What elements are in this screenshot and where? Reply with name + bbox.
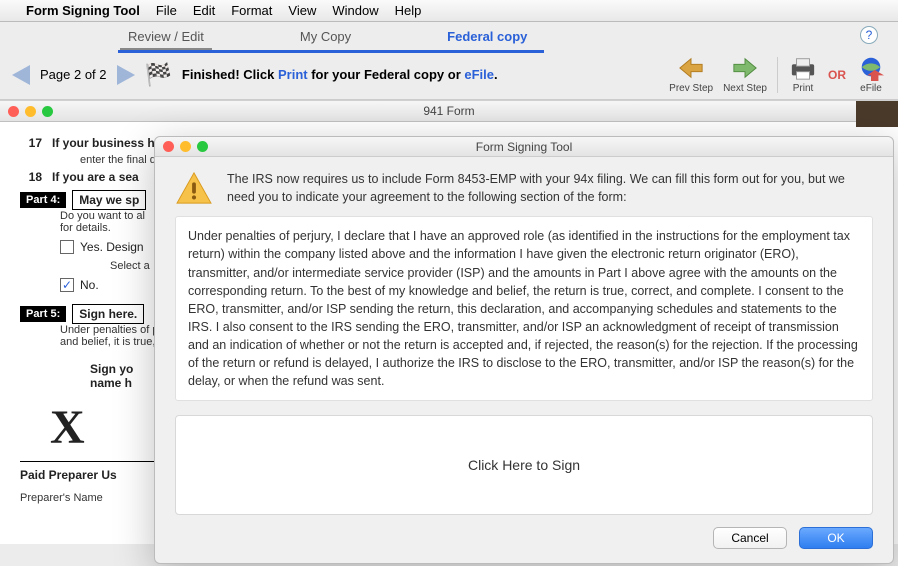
paid-preparer-heading: Paid Preparer Us	[20, 468, 117, 482]
checkbox-box-icon	[60, 240, 74, 254]
zoom-window-icon[interactable]	[42, 106, 53, 117]
next-step-icon	[730, 55, 760, 81]
printer-icon	[788, 55, 818, 81]
legal-declaration-text: Under penalties of perjury, I declare th…	[175, 216, 873, 401]
page-indicator: Page 2 of 2	[40, 67, 107, 82]
toolbar-divider	[777, 57, 778, 93]
tab-my-copy[interactable]: My Copy	[292, 25, 359, 50]
prev-step-label: Prev Step	[669, 83, 713, 94]
finished-message: Finished! Click Print for your Federal c…	[182, 67, 498, 82]
prev-step-button[interactable]: Prev Step	[669, 55, 713, 94]
window-controls	[8, 106, 53, 117]
efile-button[interactable]: eFile	[856, 55, 886, 94]
finished-prefix: Finished! Click	[182, 67, 278, 82]
finished-period: .	[494, 67, 498, 82]
warning-triangle-icon	[175, 171, 213, 205]
dialog-window-controls	[163, 141, 208, 152]
line-18-text: If you are a sea	[52, 170, 139, 184]
toolbar: Page 2 of 2 🏁 Finished! Click Print for …	[0, 50, 898, 100]
close-window-icon[interactable]	[8, 106, 19, 117]
print-link[interactable]: Print	[278, 67, 308, 82]
menu-window[interactable]: Window	[332, 3, 378, 18]
next-step-label: Next Step	[723, 83, 767, 94]
efile-label: eFile	[860, 83, 882, 94]
checkbox-no[interactable]: ✓ No.	[60, 278, 99, 292]
tab-review-edit[interactable]: Review / Edit	[120, 25, 212, 50]
app-menu[interactable]: Form Signing Tool	[26, 3, 140, 18]
form-window-title: 941 Form	[423, 104, 474, 118]
print-label: Print	[793, 83, 814, 94]
part-5-label: Part 5:	[20, 306, 66, 322]
dialog-title: Form Signing Tool	[476, 140, 573, 154]
part-5-title: Sign here.	[72, 304, 144, 324]
menu-view[interactable]: View	[288, 3, 316, 18]
cancel-button[interactable]: Cancel	[713, 527, 787, 549]
mac-menubar: Form Signing Tool File Edit Format View …	[0, 0, 898, 22]
ok-button[interactable]: OK	[799, 527, 873, 549]
menu-format[interactable]: Format	[231, 3, 272, 18]
line-17-number: 17	[20, 136, 42, 150]
dialog-body: The IRS now requires us to include Form …	[155, 157, 893, 216]
checkbox-no-label: No.	[80, 278, 99, 292]
checkbox-yes-label: Yes. Design	[80, 240, 144, 254]
minimize-window-icon[interactable]	[25, 106, 36, 117]
checkbox-box-checked-icon: ✓	[60, 278, 74, 292]
next-step-button[interactable]: Next Step	[723, 55, 767, 94]
print-button[interactable]: Print	[788, 55, 818, 94]
tab-federal-copy[interactable]: Federal copy	[439, 25, 535, 50]
checkered-flag-icon: 🏁	[145, 62, 172, 88]
part-4-title: May we sp	[72, 190, 146, 210]
next-page-arrow-icon[interactable]	[117, 65, 135, 85]
signing-dialog: Form Signing Tool The IRS now requires u…	[154, 136, 894, 564]
menu-file[interactable]: File	[156, 3, 177, 18]
dialog-titlebar: Form Signing Tool	[155, 137, 893, 157]
dialog-minimize-icon[interactable]	[180, 141, 191, 152]
window-edge-decoration	[856, 101, 898, 127]
click-to-sign-area[interactable]: Click Here to Sign	[175, 415, 873, 515]
dialog-intro-text: The IRS now requires us to include Form …	[227, 171, 873, 206]
or-label: OR	[828, 68, 846, 82]
prev-step-icon	[676, 55, 706, 81]
checkbox-yes[interactable]: Yes. Design	[60, 240, 144, 254]
efile-globe-icon	[856, 55, 886, 81]
efile-link[interactable]: eFile	[464, 67, 494, 82]
finished-mid: for your Federal copy or	[308, 67, 465, 82]
menu-edit[interactable]: Edit	[193, 3, 215, 18]
dialog-button-row: Cancel OK	[155, 515, 893, 563]
form-window-titlebar: 941 Form	[0, 100, 898, 122]
tab-strip: Review / Edit My Copy Federal copy ?	[0, 22, 898, 50]
menu-help[interactable]: Help	[395, 3, 422, 18]
help-button[interactable]: ?	[860, 26, 878, 44]
prev-page-arrow-icon[interactable]	[12, 65, 30, 85]
dialog-zoom-icon[interactable]	[197, 141, 208, 152]
part-4-label: Part 4:	[20, 192, 66, 208]
dialog-close-icon[interactable]	[163, 141, 174, 152]
tab-active-indicator	[118, 50, 544, 53]
line-18-number: 18	[20, 170, 42, 184]
